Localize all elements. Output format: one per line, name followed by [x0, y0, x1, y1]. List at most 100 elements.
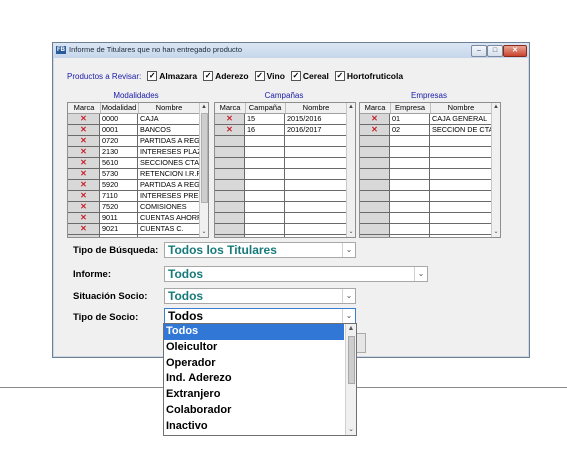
table-row[interactable]: ✕9011CUENTAS AHORRO	[68, 213, 200, 224]
table-row[interactable]: ✕ 02 SECCION DE CTA	[360, 125, 492, 136]
dropdown-option[interactable]: Todos	[164, 324, 344, 340]
table-row[interactable]: ✕ 01 CAJA GENERAL	[360, 114, 492, 125]
checkbox-vino[interactable]: ✓ Vino	[254, 71, 285, 81]
maximize-button[interactable]: □	[487, 45, 503, 57]
table-row[interactable]: ✕ 0001 BANCOS	[68, 125, 200, 136]
row-name: INTERESES PLAZO	[138, 147, 200, 157]
modalidades-grid[interactable]: Marca Modalidad Nombre ✕ 0000 CAJA ✕ 0001 BANCOS…	[67, 102, 209, 238]
table-row[interactable]: ✕7110INTERESES PRESTAMOS	[68, 191, 200, 202]
column-header[interactable]: Marca	[68, 103, 101, 113]
column-header[interactable]: Campaña	[245, 103, 286, 113]
scroll-down-icon[interactable]: ⌄	[200, 228, 208, 237]
mark-x-icon[interactable]: ✕	[68, 224, 100, 234]
row-code: 01	[390, 114, 430, 124]
mark-x-icon[interactable]: ✕	[68, 202, 100, 212]
scroll-thumb[interactable]	[348, 336, 355, 384]
dropdown-option[interactable]: Oleicultor	[164, 340, 344, 356]
table-row[interactable]: ✕5920PARTIDAS A REGULARIZAR	[68, 180, 200, 191]
scroll-up-icon[interactable]: ▲	[492, 103, 500, 112]
empty-cell	[245, 235, 285, 237]
scroll-up-icon[interactable]: ▲	[200, 103, 208, 112]
empty-cell	[245, 224, 285, 234]
table-row	[215, 213, 347, 224]
scroll-down-icon[interactable]: ⌄	[492, 228, 500, 237]
table-row[interactable]: ✕ 0000 CAJA	[68, 114, 200, 125]
table-row	[215, 158, 347, 169]
dropdown-option[interactable]: Operador	[164, 356, 344, 372]
mark-x-icon[interactable]: ✕	[68, 114, 100, 124]
column-header[interactable]: Marca	[215, 103, 246, 113]
check-icon[interactable]: ✓	[290, 71, 301, 81]
scroll-up-icon[interactable]: ▲	[347, 103, 355, 112]
tipo-busqueda-label: Tipo de Búsqueda:	[73, 245, 159, 256]
tipo-socio-select[interactable]: Todos ⌄	[164, 308, 356, 324]
tipo-socio-dropdown-list[interactable]: Inactivo Colaborador Extranjero Ind. Aderez…	[163, 323, 357, 436]
mark-x-icon[interactable]: ✕	[215, 114, 245, 124]
checkbox-almazara[interactable]: ✓ Almazara	[147, 71, 197, 81]
checkbox-aderezo[interactable]: ✓ Aderezo	[203, 71, 249, 81]
informe-select[interactable]: Todos ⌄	[164, 266, 428, 282]
mark-x-icon[interactable]: ✕	[68, 136, 100, 146]
mark-x-icon[interactable]: ✕	[68, 158, 100, 168]
scroll-thumb[interactable]	[201, 113, 208, 203]
check-icon[interactable]: ✓	[254, 71, 265, 81]
chevron-down-icon[interactable]: ⌄	[414, 267, 427, 281]
mark-x-icon[interactable]: ✕	[68, 191, 100, 201]
table-row[interactable]: ✕ 16 2016/2017	[215, 125, 347, 136]
row-code: 2130	[100, 147, 138, 157]
grid-scrollbar[interactable]: ▲ ⌄	[346, 103, 355, 237]
tipo-busqueda-select[interactable]: Todos los Titulares ⌄	[164, 242, 356, 258]
dropdown-option[interactable]: Inactivo	[164, 419, 344, 435]
column-header[interactable]: Nombre	[430, 103, 493, 113]
table-row[interactable]: ✕ 15 2015/2016	[215, 114, 347, 125]
check-icon[interactable]: ✓	[203, 71, 214, 81]
title-bar[interactable]: FB Informe de Titulares que no han entre…	[53, 43, 529, 58]
row-name: CUENTAS AHORRO	[138, 213, 200, 223]
empty-cell	[285, 158, 347, 168]
table-row[interactable]: ✕5730RETENCION I.R.P.F.	[68, 169, 200, 180]
chevron-down-icon[interactable]: ⌄	[342, 289, 355, 303]
checkbox-hortofruticola[interactable]: ✓ Hortofruticola	[334, 71, 403, 81]
empty-cell	[390, 191, 430, 201]
dropdown-option[interactable]: Extranjero	[164, 387, 344, 403]
empresas-title: Empresas	[410, 91, 447, 100]
dropdown-option[interactable]: Ind. Aderezo	[164, 371, 344, 387]
table-row[interactable]: ✕0720PARTIDAS A REGULARIZAR	[68, 136, 200, 147]
mark-x-icon[interactable]: ✕	[215, 125, 245, 135]
grid-scrollbar[interactable]: ▲ ⌄	[199, 103, 208, 237]
mark-x-icon[interactable]: ✕	[68, 125, 100, 135]
column-header[interactable]: Empresa	[390, 103, 431, 113]
scroll-up-icon[interactable]: ▲	[346, 324, 356, 334]
mark-x-icon[interactable]: ✕	[360, 125, 390, 135]
column-header[interactable]: Modalidad	[100, 103, 139, 113]
table-row[interactable]: ✕ 9021 CUENTAS C.	[68, 224, 200, 235]
grid-scrollbar[interactable]: ▲ ⌄	[491, 103, 500, 237]
mark-x-icon[interactable]: ✕	[68, 180, 100, 190]
dropdown-scrollbar[interactable]: ▲ ⌄	[345, 324, 356, 435]
chevron-down-icon[interactable]: ⌄	[342, 309, 355, 323]
minimize-button[interactable]: –	[471, 45, 487, 57]
mark-x-icon[interactable]: ✕	[68, 147, 100, 157]
column-header[interactable]: Marca	[360, 103, 391, 113]
check-icon[interactable]: ✓	[147, 71, 158, 81]
empresas-grid[interactable]: Marca Empresa Nombre ✕ 01 CAJA GENERAL ✕ 02 SECC…	[359, 102, 501, 238]
mark-x-icon[interactable]: ✕	[68, 213, 100, 223]
mark-x-icon[interactable]: ✕	[360, 114, 390, 124]
column-header[interactable]: Nombre	[138, 103, 201, 113]
empty-cell	[360, 180, 390, 190]
table-row[interactable]: ✕ 5610 SECCIONES CTA	[68, 158, 200, 169]
campanas-grid[interactable]: Marca Campaña Nombre ✕ 15 2015/2016 ✕ 16 2016/20…	[214, 102, 356, 238]
chevron-down-icon[interactable]: ⌄	[342, 243, 355, 257]
checkbox-cereal[interactable]: ✓ Cereal	[290, 71, 329, 81]
scroll-down-icon[interactable]: ⌄	[346, 425, 356, 435]
close-button[interactable]: ✕	[503, 45, 527, 57]
mark-x-icon[interactable]: ✕	[68, 169, 100, 179]
situacion-socio-select[interactable]: Todos ⌄	[164, 288, 356, 304]
dropdown-option[interactable]: Colaborador	[164, 403, 344, 419]
table-row[interactable]: ✕ 7520 COMISIONES	[68, 202, 200, 213]
column-header[interactable]: Nombre	[285, 103, 348, 113]
check-icon[interactable]: ✓	[334, 71, 345, 81]
table-row[interactable]: ✕2130INTERESES PLAZO	[68, 147, 200, 158]
empty-cell	[215, 158, 245, 168]
scroll-down-icon[interactable]: ⌄	[347, 228, 355, 237]
